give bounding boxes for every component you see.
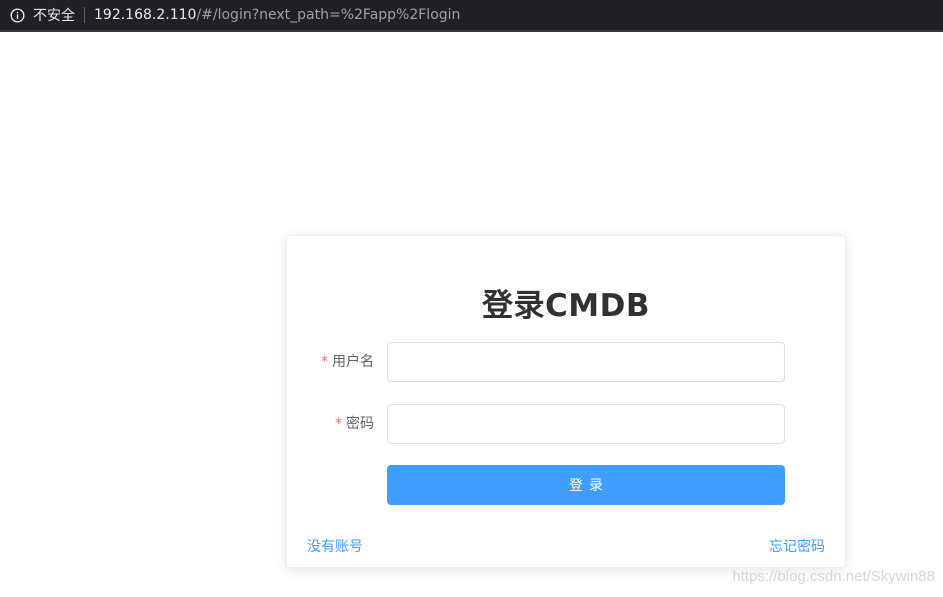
- password-label: * 密码: [335, 404, 374, 444]
- browser-address-bar[interactable]: 不安全 192.168.2.110/#/login?next_path=%2Fa…: [0, 0, 943, 32]
- username-input[interactable]: [387, 342, 785, 382]
- password-input[interactable]: [387, 404, 785, 444]
- login-title: 登录CMDB: [482, 288, 650, 324]
- address-separator: [84, 7, 85, 23]
- username-label-text: 用户名: [332, 354, 374, 370]
- register-link[interactable]: 没有账号: [307, 536, 363, 556]
- url-path[interactable]: /#/login?next_path=%2Fapp%2Flogin: [196, 7, 460, 23]
- info-icon[interactable]: [10, 7, 25, 23]
- login-card: 登录CMDB * 用户名 * 密码 登录 没有账号 忘记密码: [286, 235, 846, 568]
- url-host[interactable]: 192.168.2.110: [94, 7, 196, 23]
- security-status-label[interactable]: 不安全: [33, 5, 75, 25]
- forgot-password-link[interactable]: 忘记密码: [769, 536, 825, 556]
- required-asterisk: *: [321, 354, 328, 370]
- username-label: * 用户名: [321, 342, 374, 382]
- login-button[interactable]: 登录: [387, 465, 785, 505]
- watermark-text: https://blog.csdn.net/Skywin88: [732, 568, 935, 585]
- required-asterisk: *: [335, 416, 342, 432]
- password-label-text: 密码: [346, 416, 374, 432]
